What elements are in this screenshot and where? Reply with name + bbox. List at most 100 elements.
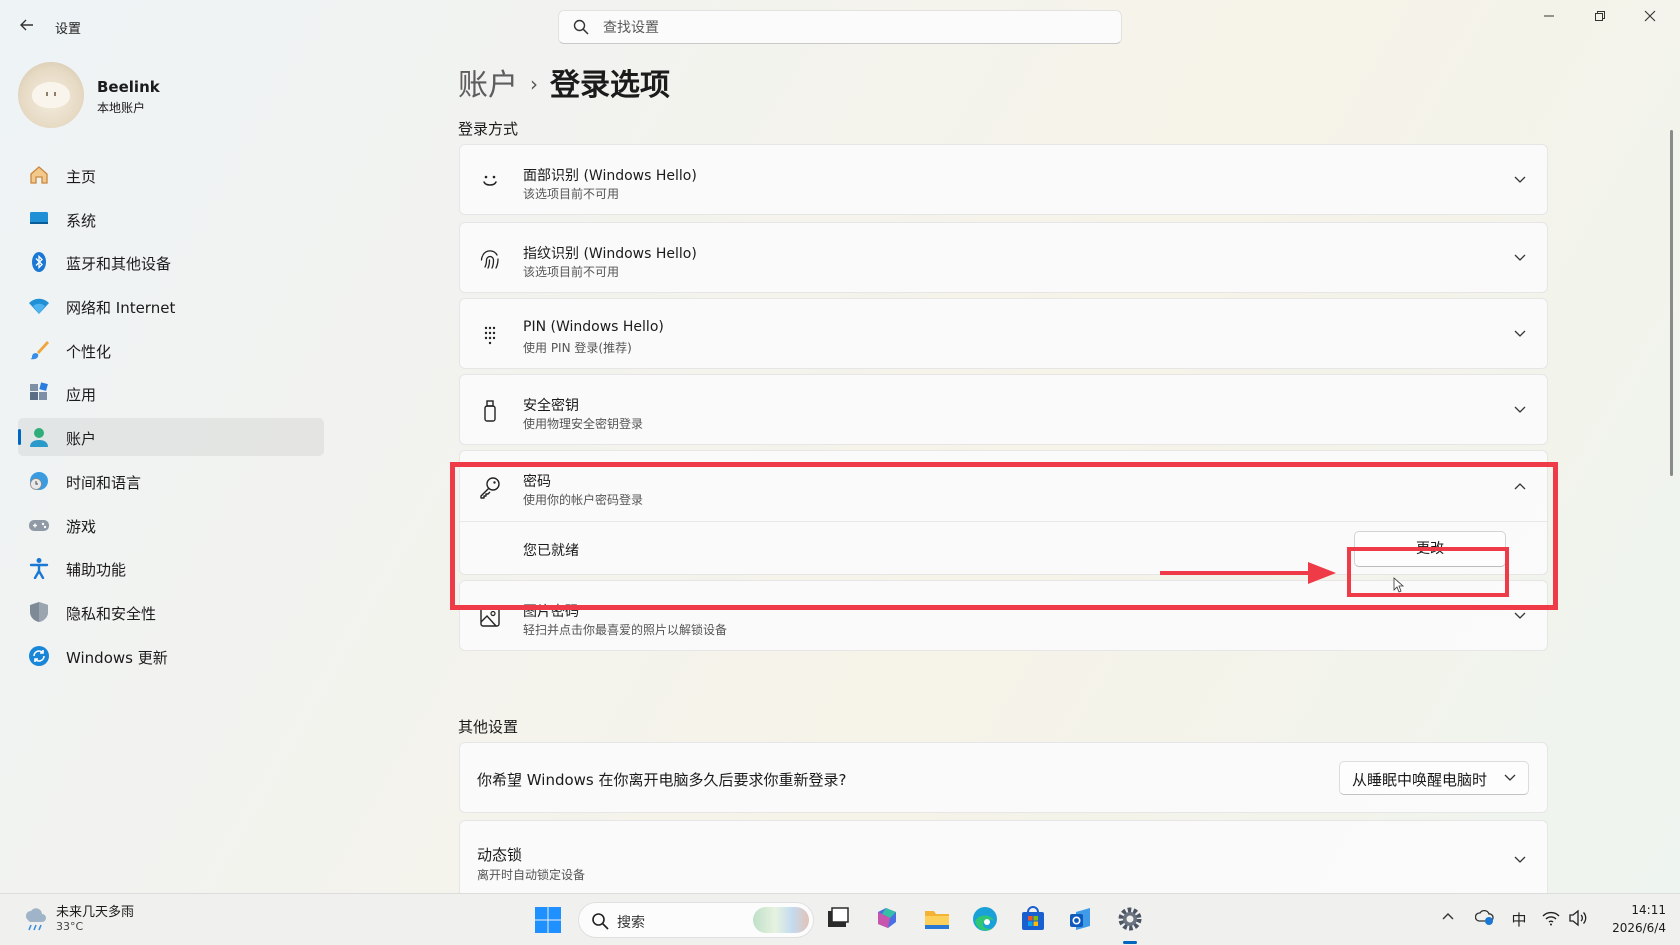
file-explorer-icon[interactable] xyxy=(922,904,952,934)
sidebar-item-label: 账户 xyxy=(66,430,97,449)
option-title: 安全密钥 xyxy=(523,398,579,414)
windows-start-icon[interactable] xyxy=(533,905,563,935)
update-icon xyxy=(29,645,49,666)
sidebar-item-label: 网络和 Internet xyxy=(66,299,176,318)
option-subtitle: 轻扫并点击你最喜爱的照片以解锁设备 xyxy=(523,623,728,637)
rain-cloud-icon xyxy=(26,908,46,931)
sidebar-item-personalization[interactable]: 个性化 xyxy=(18,331,324,369)
dynamic-lock-setting[interactable]: 动态锁 离开时自动锁定设备 xyxy=(459,820,1548,893)
sidebar-item-label: 主页 xyxy=(66,168,97,186)
signin-option-password: 密码 使用你的帐户密码登录 您已就绪 更改 xyxy=(459,450,1548,575)
sidebar-item-time-language[interactable]: 时间和语言 xyxy=(18,462,324,500)
signin-option-pin[interactable]: PIN (Windows Hello) 使用 PIN 登录(推荐) xyxy=(459,298,1548,369)
sidebar-item-accessibility[interactable]: 辅助功能 xyxy=(18,549,324,587)
change-password-button[interactable]: 更改 xyxy=(1354,531,1506,567)
taskbar-search[interactable]: 搜索 xyxy=(578,902,814,938)
signin-option-fingerprint[interactable]: 指纹识别 (Windows Hello) 该选项目前不可用 xyxy=(459,222,1548,293)
profile-name: Beelink xyxy=(97,78,160,96)
mouse-cursor-icon xyxy=(1393,577,1405,593)
sidebar-item-apps[interactable]: 应用 xyxy=(18,374,324,412)
signin-option-picture-password[interactable]: 图片密码 轻扫并点击你最喜爱的照片以解锁设备 xyxy=(459,580,1548,651)
relogin-question: 你希望 Windows 在你离开电脑多久后要求你重新登录? xyxy=(477,771,847,789)
picture-icon xyxy=(480,607,500,627)
taskbar-search-label: 搜索 xyxy=(617,915,645,931)
task-view-icon[interactable] xyxy=(823,904,853,934)
back-button[interactable] xyxy=(16,14,38,36)
sidebar-item-network[interactable]: 网络和 Internet xyxy=(18,287,324,325)
password-header[interactable]: 密码 使用你的帐户密码登录 xyxy=(460,451,1547,521)
microsoft-store-icon[interactable] xyxy=(1018,904,1048,934)
shield-icon xyxy=(30,601,48,622)
ime-indicator[interactable]: 中 xyxy=(1509,909,1529,930)
relogin-dropdown[interactable]: 从睡眠中唤醒电脑时 xyxy=(1339,761,1529,795)
page-title: 登录选项 xyxy=(550,68,670,103)
title-bar: 设置 xyxy=(0,0,1680,54)
sidebar-item-label: 个性化 xyxy=(66,342,112,361)
chevron-down-icon xyxy=(1514,254,1526,261)
password-status: 您已就绪 xyxy=(523,543,579,559)
chevron-up-icon xyxy=(1514,483,1526,490)
minimize-button[interactable] xyxy=(1526,6,1572,30)
relogin-value: 从睡眠中唤醒电脑时 xyxy=(1352,771,1488,789)
option-title: 密码 xyxy=(523,474,551,490)
apps-icon xyxy=(30,382,48,401)
password-expanded-body: 您已就绪 更改 xyxy=(460,521,1547,575)
option-subtitle: 使用物理安全密钥登录 xyxy=(523,417,644,431)
search-input[interactable] xyxy=(603,16,1103,40)
search-icon xyxy=(592,913,609,930)
search-icon xyxy=(573,19,589,35)
microsoft-365-icon[interactable] xyxy=(872,904,902,934)
sidebar-item-gaming[interactable]: 游戏 xyxy=(18,506,324,544)
option-subtitle: 使用 PIN 登录(推荐) xyxy=(523,341,632,355)
brush-icon xyxy=(30,340,49,359)
usb-key-icon xyxy=(484,400,496,422)
wifi-icon[interactable] xyxy=(1542,909,1560,927)
back-arrow-icon xyxy=(20,19,33,31)
sidebar-item-bluetooth[interactable]: 蓝牙和其他设备 xyxy=(18,243,324,281)
sidebar-item-label: 系统 xyxy=(66,211,97,230)
chevron-up-icon[interactable] xyxy=(1441,909,1455,923)
clock-date: 2026/6/4 xyxy=(1612,921,1666,935)
sidebar-item-home[interactable]: 主页 xyxy=(18,156,324,194)
relogin-setting: 你希望 Windows 在你离开电脑多久后要求你重新登录? 从睡眠中唤醒电脑时 xyxy=(459,742,1548,813)
search-box[interactable] xyxy=(558,10,1122,44)
gamepad-icon xyxy=(29,519,49,531)
weather-temperature: 33°C xyxy=(56,920,84,933)
wifi-icon xyxy=(29,298,49,315)
sidebar-item-accounts[interactable]: 账户 xyxy=(18,418,324,457)
signin-option-security-key[interactable]: 安全密钥 使用物理安全密钥登录 xyxy=(459,374,1548,445)
option-subtitle: 该选项目前不可用 xyxy=(523,265,620,279)
taskbar: 未来几天多雨 33°C 搜索 中 14:11 2026/6/4 xyxy=(0,893,1680,945)
pin-keypad-icon xyxy=(484,326,496,345)
sidebar-item-system[interactable]: 系统 xyxy=(18,200,324,238)
scrollbar[interactable] xyxy=(1670,130,1673,476)
sidebar-item-label: 辅助功能 xyxy=(66,561,127,580)
volume-icon[interactable] xyxy=(1568,909,1588,927)
clock-time: 14:11 xyxy=(1631,903,1666,917)
profile-account-type: 本地账户 xyxy=(97,101,146,115)
chevron-down-icon xyxy=(1514,406,1526,413)
accessibility-icon xyxy=(29,558,49,580)
option-subtitle: 使用你的帐户密码登录 xyxy=(523,493,644,507)
sidebar-item-label: 隐私和安全性 xyxy=(66,604,157,623)
onedrive-status-icon[interactable] xyxy=(1475,909,1495,927)
settings-gear-icon[interactable] xyxy=(1115,904,1145,934)
outlook-icon[interactable] xyxy=(1066,904,1096,934)
signin-option-face[interactable]: 面部识别 (Windows Hello) 该选项目前不可用 xyxy=(459,144,1548,215)
app-title: 设置 xyxy=(55,22,82,37)
restore-button[interactable] xyxy=(1577,6,1623,30)
option-title: 指纹识别 (Windows Hello) xyxy=(523,246,697,262)
sidebar-item-label: 时间和语言 xyxy=(66,473,142,492)
edge-browser-icon[interactable] xyxy=(970,904,1000,934)
restore-icon xyxy=(1595,11,1605,21)
key-icon xyxy=(480,477,500,499)
close-button[interactable] xyxy=(1627,6,1673,30)
sidebar-item-windows-update[interactable]: Windows 更新 xyxy=(18,637,324,675)
sidebar-nav: 主页 系统 蓝牙和其他设备 网络和 Internet 个性化 应用 账户 时间和… xyxy=(18,156,324,680)
face-icon xyxy=(483,175,497,186)
sidebar-item-privacy[interactable]: 隐私和安全性 xyxy=(18,593,324,631)
option-title: PIN (Windows Hello) xyxy=(523,319,664,335)
chevron-down-icon xyxy=(1514,176,1526,183)
breadcrumb-parent[interactable]: 账户 xyxy=(458,68,518,103)
close-icon xyxy=(1644,10,1656,22)
